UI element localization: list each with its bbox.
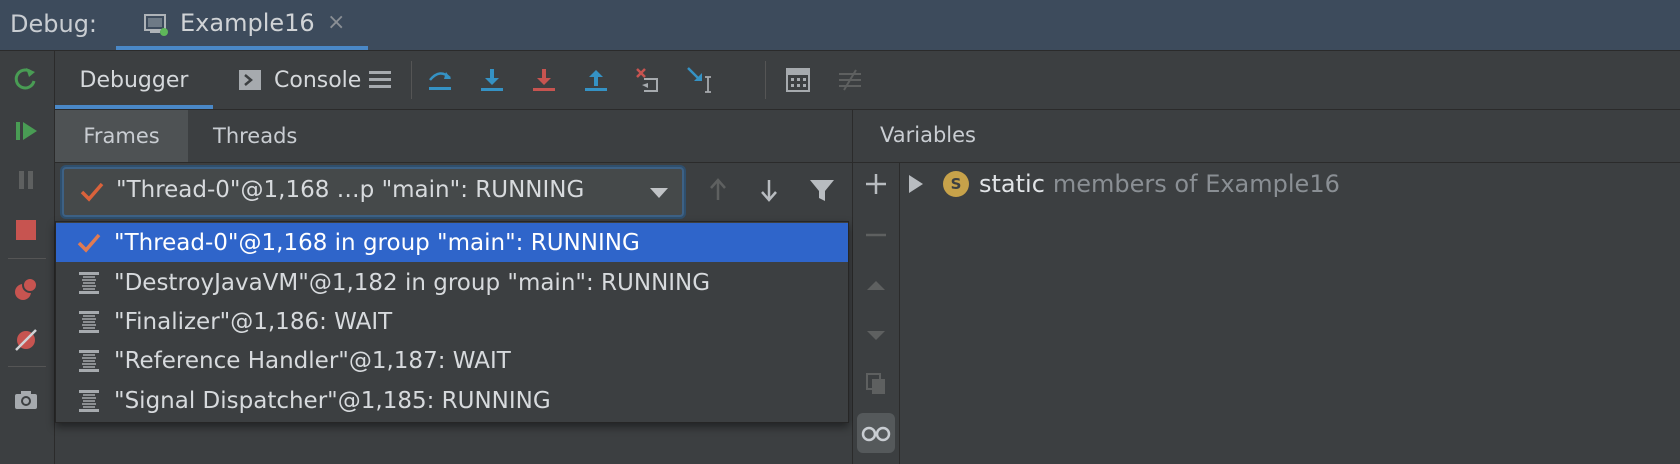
thread-list-item[interactable]: "Finalizer"@1,186: WAIT	[56, 302, 848, 341]
step-over-icon[interactable]	[475, 63, 509, 97]
console-icon	[238, 68, 262, 92]
thread-label: "Reference Handler"@1,187: WAIT	[114, 347, 511, 374]
show-execution-point-icon[interactable]	[423, 63, 457, 97]
filter-icon[interactable]	[804, 172, 840, 208]
pause-icon[interactable]	[10, 164, 42, 196]
step-into-icon[interactable]	[527, 63, 561, 97]
debug-actions-strip	[0, 51, 55, 464]
static-badge: S	[943, 171, 969, 197]
glasses-icon[interactable]	[857, 413, 895, 453]
camera-icon[interactable]	[10, 384, 42, 416]
thread-label: "Finalizer"@1,186: WAIT	[114, 308, 393, 335]
thread-icon	[76, 270, 102, 296]
tab-threads[interactable]: Threads	[213, 110, 297, 162]
mute-breakpoints-icon[interactable]	[10, 323, 42, 355]
evaluate-expression-icon[interactable]	[781, 63, 815, 97]
thread-dropdown-list: "Thread-0"@1,168 in group "main": RUNNIN…	[55, 221, 849, 423]
move-up-icon[interactable]	[859, 269, 893, 303]
tab-console[interactable]: Console	[238, 51, 361, 109]
trace-current-stream-icon[interactable]	[833, 63, 867, 97]
check-icon	[76, 230, 102, 256]
previous-frame-icon[interactable]	[700, 172, 736, 208]
tab-debugger-label: Debugger	[79, 67, 189, 93]
expand-arrow-icon[interactable]	[907, 174, 925, 194]
frames-tabs: Frames Threads	[55, 110, 852, 163]
thread-list-item[interactable]: "Thread-0"@1,168 in group "main": RUNNIN…	[56, 223, 848, 262]
thread-list-item[interactable]: "DestroyJavaVM"@1,182 in group "main": R…	[56, 263, 848, 302]
stop-icon[interactable]	[10, 214, 42, 246]
move-down-icon[interactable]	[859, 318, 893, 352]
thread-list-item[interactable]: "Signal Dispatcher"@1,185: RUNNING	[56, 381, 848, 420]
rerun-icon[interactable]	[10, 63, 42, 95]
thread-selector-value: "Thread-0"@1,168 …p "main": RUNNING	[116, 177, 585, 203]
thread-selector-combo[interactable]: "Thread-0"@1,168 …p "main": RUNNING	[62, 167, 684, 217]
thread-label: "Thread-0"@1,168 in group "main": RUNNIN…	[114, 229, 640, 256]
tab-debugger[interactable]: Debugger	[55, 51, 213, 109]
variable-row-static-members[interactable]: S static members of Example16	[907, 163, 1340, 205]
variables-toolbar	[853, 163, 900, 464]
layout-menu-icon[interactable]	[363, 63, 397, 97]
thread-label: "DestroyJavaVM"@1,182 in group "main": R…	[114, 269, 711, 296]
next-frame-icon[interactable]	[751, 172, 787, 208]
session-title[interactable]: Example16	[180, 9, 315, 37]
add-watch-icon[interactable]	[859, 167, 893, 201]
remove-watch-icon[interactable]	[859, 218, 893, 252]
check-icon	[79, 179, 105, 205]
thread-label: "Signal Dispatcher"@1,185: RUNNING	[114, 387, 551, 414]
drop-frame-icon[interactable]	[631, 63, 665, 97]
tab-frames[interactable]: Frames	[55, 110, 188, 162]
thread-icon	[76, 388, 102, 414]
resume-icon[interactable]	[10, 115, 42, 147]
view-breakpoints-icon[interactable]	[10, 273, 42, 305]
debugger-toolbar: Debugger Console	[55, 51, 1680, 110]
run-to-cursor-icon[interactable]	[683, 63, 717, 97]
chevron-down-icon	[649, 187, 669, 199]
variable-keyword: static	[979, 170, 1045, 198]
thread-icon	[76, 309, 102, 335]
variable-description: members of Example16	[1052, 170, 1340, 198]
variables-title: Variables	[880, 123, 976, 147]
thread-icon	[76, 348, 102, 374]
tab-console-label: Console	[274, 67, 362, 93]
run-config-icon	[142, 10, 170, 38]
copy-icon[interactable]	[859, 367, 893, 401]
debug-label: Debug:	[10, 10, 98, 38]
step-out-icon[interactable]	[579, 63, 613, 97]
close-icon[interactable]: ×	[327, 10, 345, 35]
variables-pane: Variables S static members of Example16	[853, 110, 1680, 464]
thread-list-item[interactable]: "Reference Handler"@1,187: WAIT	[56, 341, 848, 380]
variables-header: Variables	[853, 110, 1680, 163]
